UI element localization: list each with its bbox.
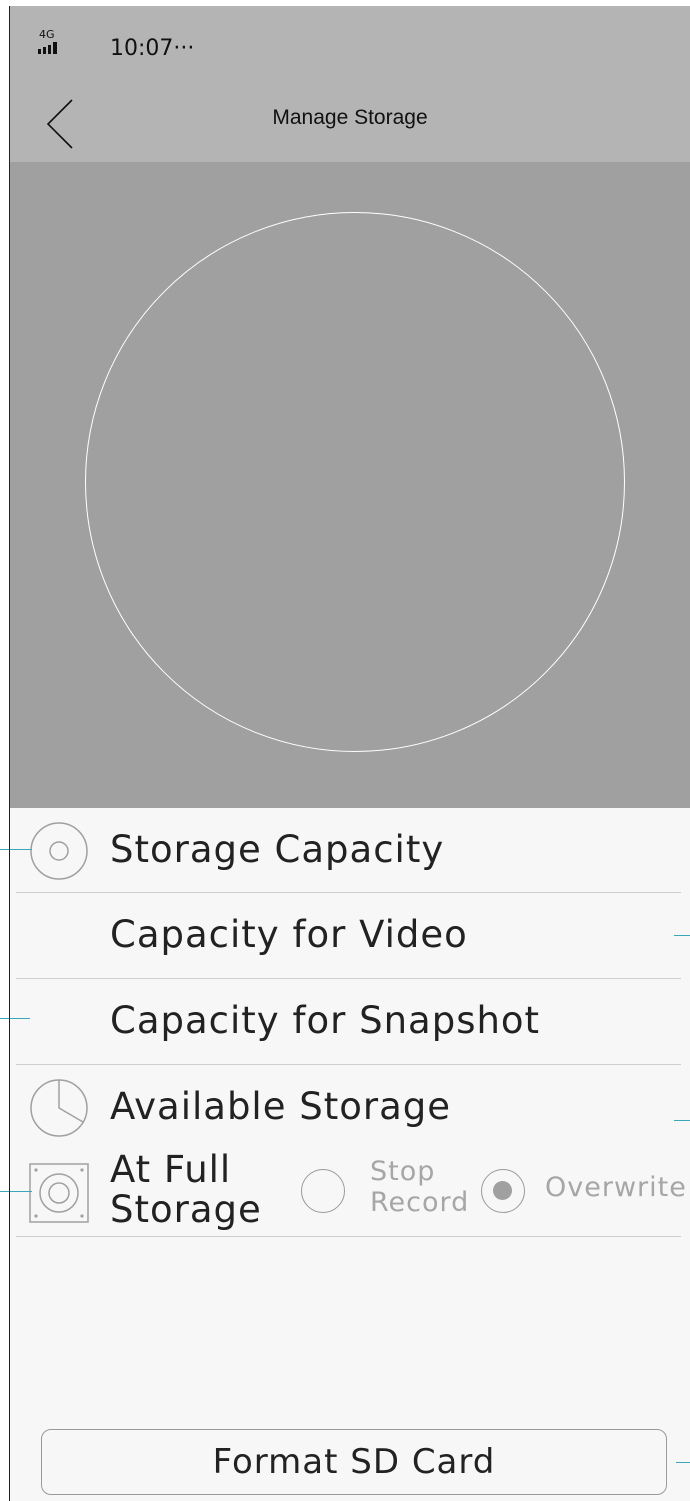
status-bar: 4G 10:07··· [10, 6, 690, 82]
annotation-line [0, 849, 32, 850]
nav-bar: Manage Storage [10, 82, 690, 162]
radio-overwrite[interactable] [481, 1169, 525, 1213]
storage-ring [85, 212, 625, 752]
row-capacity-video: Capacity for Video [10, 893, 690, 978]
stop-record-label-line1: Stop [370, 1156, 436, 1187]
network-type: 4G [39, 28, 55, 41]
divider [16, 1236, 681, 1237]
overwrite-label: Overwrite [545, 1172, 687, 1203]
disc-icon [28, 820, 90, 882]
storage-visual [10, 162, 690, 808]
row-capacity-snapshot: Capacity for Snapshot [10, 979, 690, 1064]
row-storage-capacity: Storage Capacity [10, 808, 690, 892]
pie-chart-icon [28, 1077, 90, 1139]
annotation-line [676, 1462, 690, 1463]
annotation-line [0, 1191, 32, 1192]
full-storage-label-line2: Storage [110, 1188, 262, 1231]
frame-notch [0, 864, 10, 886]
radio-stop-record[interactable] [301, 1169, 345, 1213]
hard-drive-icon [28, 1162, 90, 1224]
format-sd-card-button[interactable]: Format SD Card [41, 1429, 667, 1495]
annotation-line [0, 1018, 30, 1019]
capacity-snapshot-label: Capacity for Snapshot [110, 999, 541, 1042]
status-time: 10:07··· [110, 36, 195, 61]
capacity-video-label: Capacity for Video [110, 913, 468, 956]
signal-icon: 4G [38, 28, 68, 58]
full-storage-label-line1: At Full [110, 1148, 232, 1191]
row-available-storage: Available Storage [10, 1065, 690, 1150]
storage-capacity-label: Storage Capacity [110, 828, 445, 871]
radio-selected-dot [493, 1181, 512, 1200]
available-storage-label: Available Storage [110, 1085, 452, 1128]
annotation-line [674, 935, 690, 936]
row-full-storage: At Full Storage Stop Record Overwrite [10, 1150, 690, 1234]
stop-record-label-line2: Record [370, 1187, 470, 1218]
page-title: Manage Storage [272, 106, 428, 129]
frame-edge [9, 6, 10, 1501]
annotation-line [674, 1120, 690, 1121]
